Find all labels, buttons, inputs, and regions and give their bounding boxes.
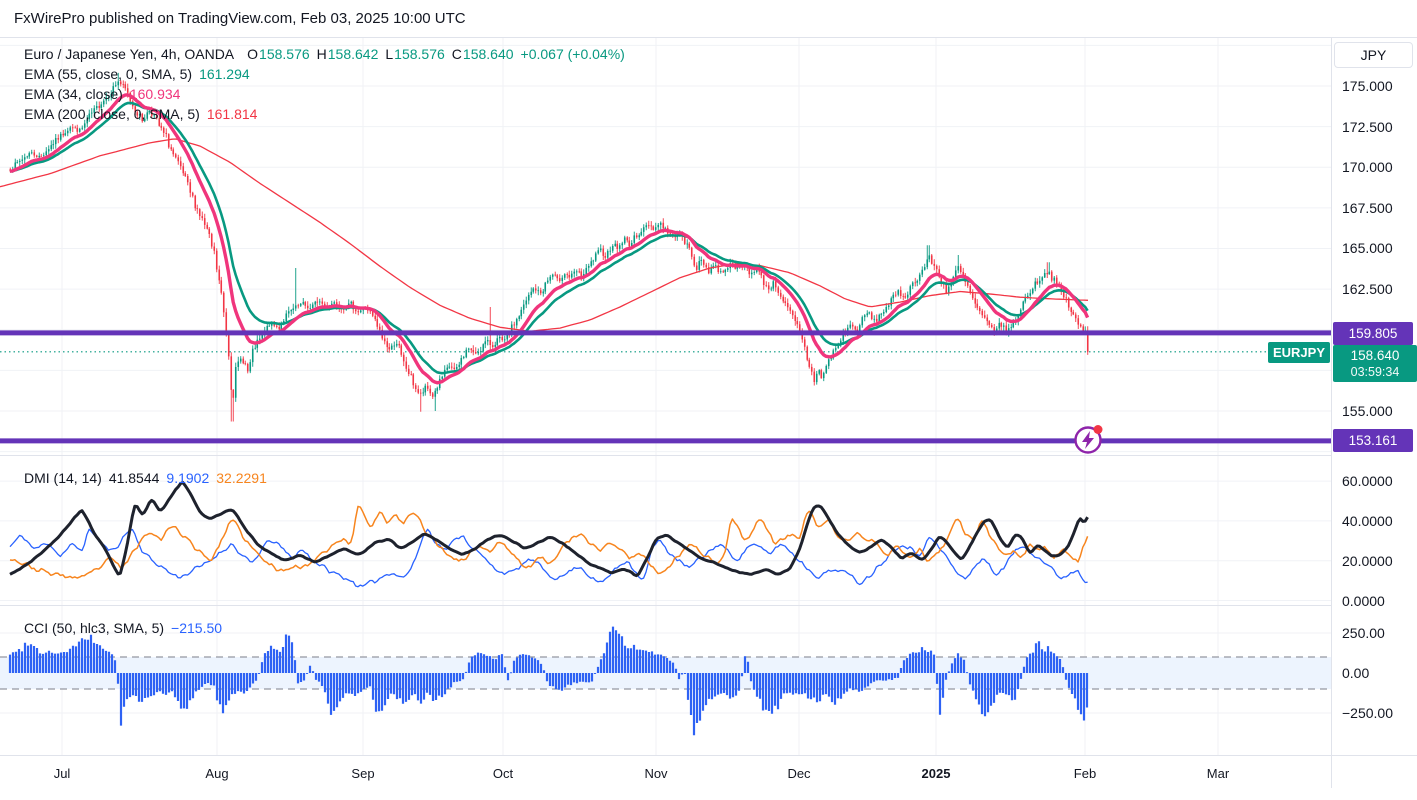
close-label: C: [451, 46, 462, 62]
price-tick-label: 170.000: [1342, 159, 1393, 176]
flash-icon[interactable]: [1074, 425, 1103, 454]
price-tick-label: 167.500: [1342, 199, 1393, 216]
ema200-label: EMA (200, close, 0, SMA, 5): [24, 106, 200, 122]
dmi-adx-value: 41.8544: [108, 470, 160, 486]
ema55-legend-row[interactable]: EMA (55, close, 0, SMA, 5) 161.294: [24, 64, 625, 84]
dmi-legend-row[interactable]: DMI (14, 14) 41.8544 9.1902 32.2291: [24, 468, 267, 488]
cci-tick-label: 0.00: [1342, 665, 1370, 681]
legend-block: Euro / Japanese Yen, 4h, OANDA O 158.576 …: [24, 44, 625, 124]
symbol-price-label: EURJPY: [1268, 342, 1330, 363]
ema55-value: 161.294: [199, 66, 250, 82]
open-label: O: [247, 46, 259, 62]
time-axis-label: Feb: [1073, 766, 1097, 781]
symbol-legend-row[interactable]: Euro / Japanese Yen, 4h, OANDA O 158.576 …: [24, 44, 625, 64]
tradingview-chart-window: FxWirePro published on TradingView.com, …: [0, 0, 1417, 800]
ema55-label: EMA (55, close, 0, SMA, 5): [24, 66, 193, 82]
ema34-legend-row[interactable]: EMA (34, close) 160.934: [24, 84, 625, 104]
low-label: L: [385, 46, 394, 62]
dmi-plus-di-value: 9.1902: [166, 470, 210, 486]
dmi-tick-label: 0.0000: [1342, 592, 1385, 609]
time-axis-label: Aug: [205, 766, 229, 781]
change-value: +0.067 (+0.04%): [520, 46, 625, 62]
time-axis-label: Oct: [492, 766, 514, 781]
ema200-legend-row[interactable]: EMA (200, close, 0, SMA, 5) 161.814: [24, 104, 625, 124]
ema34-line: [9, 93, 1090, 385]
time-axis-label: Mar: [1206, 766, 1230, 781]
open-value: 158.576: [259, 46, 310, 62]
time-axis-label: Dec: [787, 766, 811, 781]
close-value: 158.640: [462, 46, 514, 62]
price-tick-label: 155.000: [1342, 402, 1393, 419]
bar-countdown: 03:59:34: [1350, 364, 1400, 379]
ema34-value: 160.934: [129, 86, 181, 102]
high-label: H: [316, 46, 327, 62]
price-tick-label: 175.000: [1342, 77, 1393, 94]
lower-level-badge: 153.161: [1333, 429, 1413, 452]
dmi-tick-label: 60.0000: [1342, 473, 1393, 490]
high-value: 158.642: [327, 46, 379, 62]
cci-value: −215.50: [171, 620, 223, 636]
low-value: 158.576: [394, 46, 445, 62]
cci-tick-label: −250.00: [1342, 705, 1393, 721]
time-axis-label: Nov: [644, 766, 668, 781]
price-tick-label: 162.500: [1342, 281, 1393, 298]
ema34-label: EMA (34, close): [24, 86, 123, 102]
time-axis-label: Sep: [351, 766, 375, 781]
dmi-tick-label: 20.0000: [1342, 552, 1393, 569]
currency-unit-button[interactable]: JPY: [1334, 42, 1413, 68]
dmi-minus-di-value: 32.2291: [216, 470, 267, 486]
price-tick-label: 172.500: [1342, 118, 1393, 135]
cci-legend-row[interactable]: CCI (50, hlc3, SMA, 5) −215.50: [24, 618, 222, 638]
cci-label: CCI (50, hlc3, SMA, 5): [24, 620, 165, 636]
cci-tick-label: 250.00: [1342, 625, 1385, 641]
dmi-adx-line: [9, 481, 1089, 578]
current-price-badge: 158.640 03:59:34: [1333, 345, 1417, 382]
price-tick-label: 165.000: [1342, 240, 1393, 257]
ema200-value: 161.814: [206, 106, 258, 122]
publish-header: FxWirePro published on TradingView.com, …: [14, 10, 466, 27]
current-price-value: 158.640: [1350, 347, 1400, 363]
upper-level-badge: 159.805: [1333, 322, 1413, 345]
dmi-label: DMI (14, 14): [24, 470, 102, 486]
time-axis-label: Jul: [53, 766, 71, 781]
symbol-name: Euro / Japanese Yen, 4h, OANDA: [24, 46, 235, 62]
dmi-tick-label: 40.0000: [1342, 512, 1393, 529]
time-axis-label: 2025: [921, 766, 951, 781]
